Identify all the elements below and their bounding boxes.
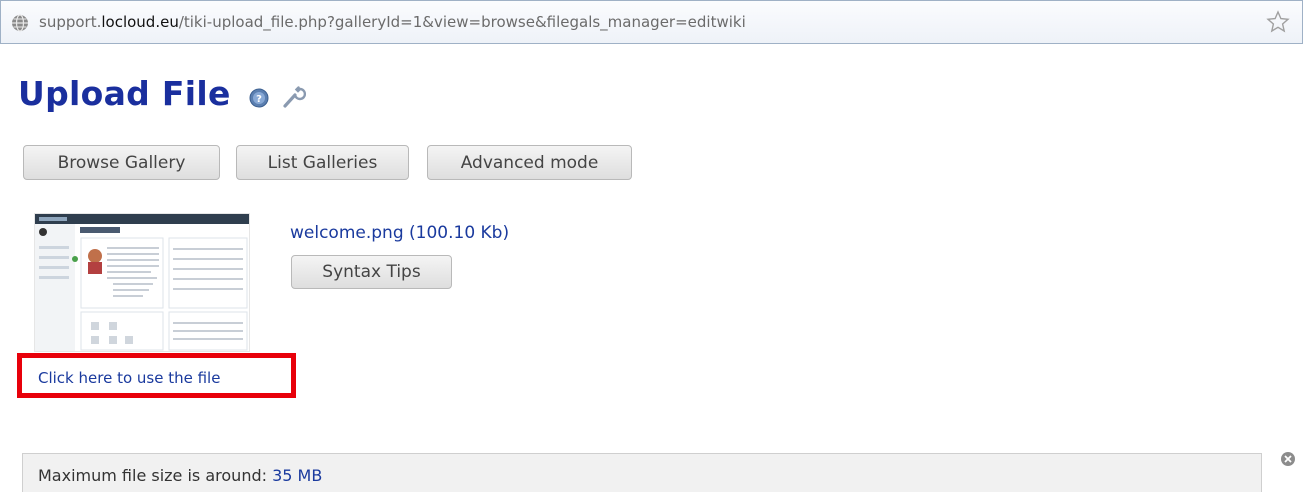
max-file-size-text: Maximum file size is around: 35 MB xyxy=(38,466,322,485)
address-bar[interactable]: support.locloud.eu/tiki-upload_file.php?… xyxy=(0,0,1303,44)
wrench-icon[interactable] xyxy=(282,83,306,109)
thumbnail-preview-image xyxy=(35,214,249,351)
use-file-link[interactable]: Click here to use the file xyxy=(38,369,220,387)
url-prefix: support. xyxy=(39,13,102,31)
browse-gallery-button[interactable]: Browse Gallery xyxy=(23,145,220,180)
bookmark-star-icon[interactable] xyxy=(1266,10,1290,34)
help-icon[interactable]: ? xyxy=(249,88,269,108)
file-name-link[interactable]: welcome.png (100.10 Kb) xyxy=(290,223,509,243)
syntax-tips-button[interactable]: Syntax Tips xyxy=(291,255,452,289)
url-domain: locloud.eu xyxy=(101,13,179,31)
advanced-mode-button[interactable]: Advanced mode xyxy=(427,145,632,180)
close-icon[interactable] xyxy=(1280,451,1296,467)
globe-icon xyxy=(12,14,28,32)
url-text[interactable]: support.locloud.eu/tiki-upload_file.php?… xyxy=(39,13,746,31)
url-path: /tiki-upload_file.php?galleryId=1&view=b… xyxy=(178,13,746,31)
file-thumbnail[interactable] xyxy=(34,213,250,352)
page-title: Upload File xyxy=(18,74,231,113)
svg-text:?: ? xyxy=(256,94,262,105)
max-file-size-label: Maximum file size is around: xyxy=(38,466,273,485)
max-file-size-value: 35 MB xyxy=(272,466,323,485)
list-galleries-button[interactable]: List Galleries xyxy=(236,145,409,180)
